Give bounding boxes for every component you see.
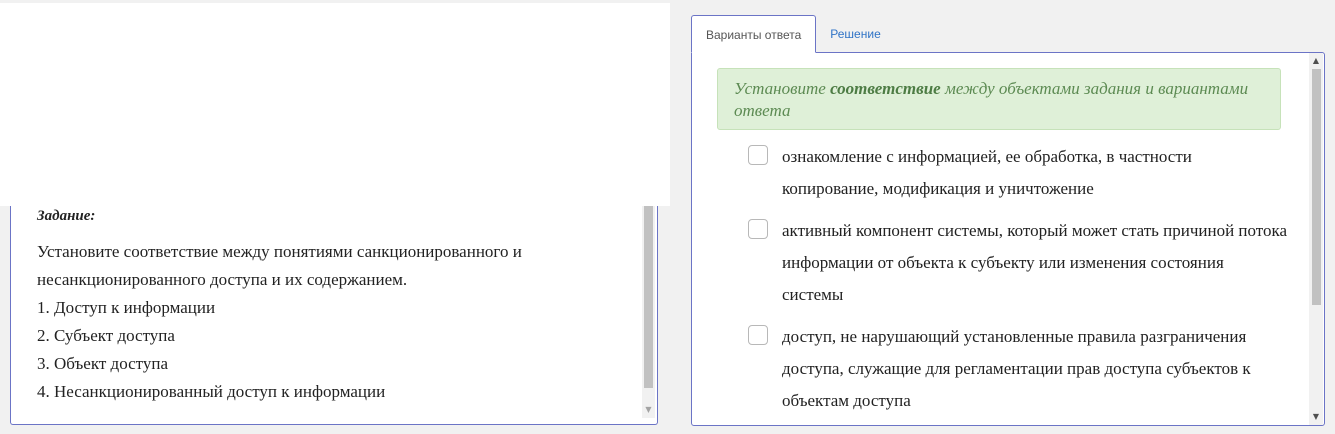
scroll-down-icon[interactable]: ▼ [642, 404, 655, 416]
tab-solution[interactable]: Решение [816, 15, 894, 53]
task-item-1: 1. Доступ к информации [37, 298, 216, 317]
scroll-up-icon[interactable]: ▲ [1309, 55, 1323, 67]
blank-area [0, 3, 670, 206]
option-text: доступ, не нарушающий установленные прав… [782, 327, 1251, 410]
answer-option[interactable]: доступ, не нарушающий установленные прав… [748, 321, 1288, 417]
task-statement: Установите соответствие между понятиями … [37, 242, 522, 289]
answer-option[interactable]: ознакомление с информацией, ее обработка… [748, 141, 1288, 205]
task-item-2: 2. Субъект доступа [37, 326, 175, 345]
task-item-4: 4. Несанкционированный доступ к информац… [37, 382, 386, 401]
scroll-down-icon[interactable]: ▼ [1309, 411, 1323, 423]
tab-answer-options[interactable]: Варианты ответа [691, 15, 817, 53]
answers-scrollbar[interactable]: ▲ ▼ [1309, 53, 1323, 425]
instruction-hint: Установите соответствие между объектами … [717, 68, 1281, 130]
answer-option[interactable]: активный компонент системы, который може… [748, 215, 1288, 311]
scrollbar-thumb[interactable] [644, 206, 653, 388]
option-checkbox[interactable] [748, 145, 768, 165]
task-label: Задание: [37, 208, 96, 224]
hint-prefix: Установите [734, 79, 831, 98]
task-scrollbar[interactable]: ▼ [642, 206, 655, 418]
task-text: Установите соответствие между понятиями … [37, 238, 627, 406]
answers-panel: Установите соответствие между объектами … [691, 52, 1325, 426]
option-checkbox[interactable] [748, 325, 768, 345]
option-checkbox[interactable] [748, 219, 768, 239]
answer-tabs: Варианты ответа Решение [691, 15, 895, 53]
task-panel: Задание: Установите соответствие между п… [10, 206, 658, 425]
option-text: активный компонент системы, который може… [782, 221, 1288, 304]
option-text: ознакомление с информацией, ее обработка… [782, 147, 1192, 198]
task-item-3: 3. Объект доступа [37, 354, 169, 373]
hint-emphasis: соответствие [830, 79, 941, 98]
scrollbar-thumb[interactable] [1312, 69, 1321, 305]
